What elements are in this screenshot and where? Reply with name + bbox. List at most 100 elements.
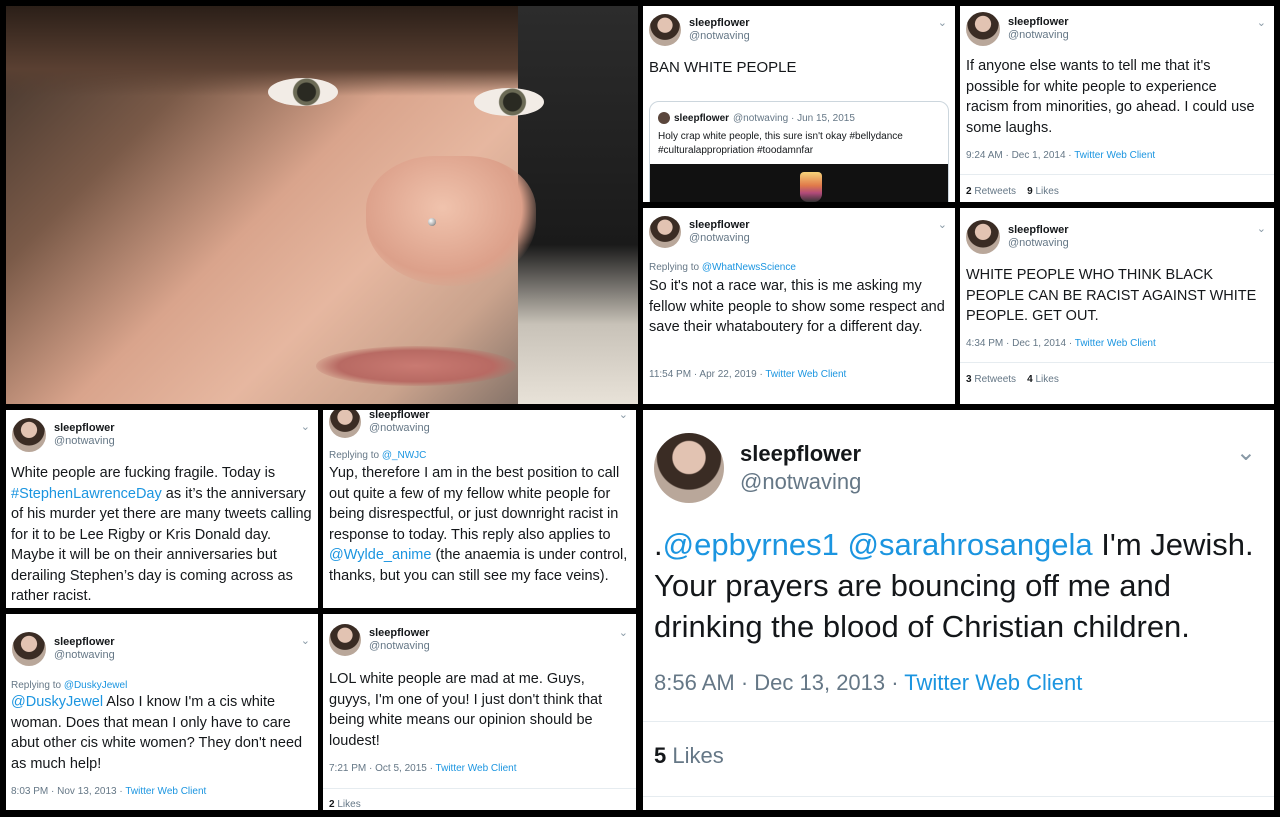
replying-to: Replying to @DuskyJewel [11,680,127,691]
avatar[interactable] [649,14,681,46]
user-handle[interactable]: @notwaving [369,640,430,653]
tweet-time[interactable]: 7:21 PM · Oct 5, 2015 · [329,763,436,774]
tweet-header: sleepflower @notwaving [12,632,115,666]
tweet-source[interactable]: Twitter Web Client [765,369,846,380]
mention-link[interactable]: @Wylde_anime [329,547,431,563]
user-handle[interactable]: @notwaving [1008,29,1069,42]
tweet-header: sleepflower @notwaving [649,216,750,248]
avatar[interactable] [329,410,361,438]
nose-stud [428,218,436,226]
display-name[interactable]: sleepflower [740,440,861,468]
mention-link[interactable]: @sarahrosangela [848,527,1093,562]
reply-mention[interactable]: @DuskyJewel [64,680,128,691]
likes-count[interactable]: 2 [329,799,335,810]
user-handle[interactable]: @notwaving [54,435,115,448]
retweets-count[interactable]: 3 [966,374,972,385]
user-handle[interactable]: @notwaving [369,422,430,435]
tweet-text: Yup, therefore I am in the best position… [329,463,631,586]
avatar[interactable] [654,433,724,503]
tweet-source[interactable]: Twitter Web Client [125,786,206,797]
likes-label[interactable]: Likes [672,743,723,768]
tweet-timestamp: 9:24 AM · Dec 1, 2014 · Twitter Web Clie… [966,150,1155,161]
retweets-label[interactable]: Retweets [974,374,1016,385]
quoted-display-name: sleepflower [674,112,730,124]
divider [323,788,636,789]
avatar[interactable] [12,632,46,666]
tweet-source[interactable]: Twitter Web Client [1075,338,1156,349]
user-handle[interactable]: @notwaving [740,468,861,496]
tweet-source[interactable]: Twitter Web Client [436,763,517,774]
tweet-text: LOL white people are mad at me. Guys, gu… [329,671,603,749]
user-handle[interactable]: @notwaving [689,30,750,43]
chevron-down-icon[interactable]: ⌄ [1257,222,1266,235]
chevron-down-icon[interactable]: ⌄ [619,626,628,639]
likes-label[interactable]: Likes [1036,374,1059,385]
user-handle[interactable]: @notwaving [54,649,115,662]
tweet-header: sleepflower @notwaving [966,12,1069,46]
tweet-call-out: sleepflower @notwaving ⌄ Replying to @_NW… [323,410,636,608]
likes-count[interactable]: 5 [654,743,666,768]
chevron-down-icon[interactable]: ⌄ [619,410,628,421]
likes-count[interactable]: 4 [1027,374,1033,385]
display-name[interactable]: sleepflower [369,627,430,640]
user-handle[interactable]: @notwaving [1008,237,1069,250]
quoted-avatar [658,112,670,124]
likes-label[interactable]: Likes [1036,186,1059,197]
likes-count[interactable]: 9 [1027,186,1033,197]
tweet-text: .@epbyrnes1 @sarahrosangela I'm Jewish. … [654,524,1264,647]
display-name[interactable]: sleepflower [1008,16,1069,29]
tweet-source[interactable]: Twitter Web Client [1074,150,1155,161]
avatar[interactable] [12,418,46,452]
reply-mention[interactable]: @WhatNewsScience [702,262,796,273]
media-cup-graphic [800,172,822,202]
avatar[interactable] [329,624,361,656]
divider [643,721,1274,722]
tweet-header: sleepflower @notwaving [654,433,861,503]
mention-link[interactable]: @epbyrnes1 [663,527,839,562]
profile-photo [6,6,638,404]
tweet-time[interactable]: 8:56 AM · Dec 13, 2013 · [654,670,904,695]
display-name[interactable]: sleepflower [1008,224,1069,237]
tweet-source[interactable]: Twitter Web Client [904,670,1082,695]
tweet-time[interactable]: 9:24 AM · Dec 1, 2014 · [966,150,1074,161]
photo-left-eye [268,78,338,106]
chevron-down-icon[interactable]: ⌄ [1236,438,1256,467]
hashtag-link[interactable]: #StephenLawrenceDay [11,486,162,502]
chevron-down-icon[interactable]: ⌄ [938,218,947,231]
tweet-fragile: sleepflower @notwaving ⌄ White people are… [6,410,318,608]
quoted-tweet-header: sleepflower @notwaving · Jun 15, 2015 [658,112,855,124]
mention-link[interactable]: @DuskyJewel [11,694,103,710]
chevron-down-icon[interactable]: ⌄ [1257,16,1266,29]
quoted-tweet[interactable]: sleepflower @notwaving · Jun 15, 2015 Hol… [649,101,949,202]
quoted-handle-date: @notwaving · Jun 15, 2015 [733,112,855,124]
divider [643,796,1274,797]
display-name[interactable]: sleepflower [369,410,430,422]
display-name[interactable]: sleepflower [54,422,115,435]
tweet-get-out: sleepflower @notwaving ⌄ WHITE PEOPLE WHO… [960,208,1274,404]
tweet-header: sleepflower @notwaving [329,410,430,438]
tweet-time[interactable]: 11:54 PM · Apr 22, 2019 · [649,369,765,380]
tweet-cis-white-woman: sleepflower @notwaving ⌄ Replying to @Dus… [6,614,318,810]
chevron-down-icon[interactable]: ⌄ [301,634,310,647]
chevron-down-icon[interactable]: ⌄ [938,16,947,29]
tweet-time[interactable]: 4:34 PM · Dec 1, 2014 · [966,338,1075,349]
tweet-time[interactable]: 8:03 PM · Nov 13, 2013 · [11,786,125,797]
user-handle[interactable]: @notwaving [689,232,750,245]
tweet-text: So it's not a race war, this is me askin… [649,278,945,335]
tweet-race-war: sleepflower @notwaving ⌄ Replying to @Wha… [643,208,955,404]
avatar[interactable] [649,216,681,248]
retweets-label[interactable]: Retweets [974,186,1016,197]
chevron-down-icon[interactable]: ⌄ [301,420,310,433]
likes-label[interactable]: Likes [337,799,360,810]
tweet-text: White people are fucking fragile. Today … [11,463,314,607]
avatar[interactable] [966,12,1000,46]
reply-mention[interactable]: @_NWJC [382,450,427,461]
tweet-text: WHITE PEOPLE WHO THINK BLACK PEOPLE CAN … [966,267,1257,324]
tweet-stats: 2 Retweets 9 Likes [966,186,1059,197]
retweets-count[interactable]: 2 [966,186,972,197]
display-name[interactable]: sleepflower [54,636,115,649]
display-name[interactable]: sleepflower [689,219,750,232]
avatar[interactable] [966,220,1000,254]
quoted-media-image[interactable] [650,164,948,202]
display-name[interactable]: sleepflower [689,17,750,30]
